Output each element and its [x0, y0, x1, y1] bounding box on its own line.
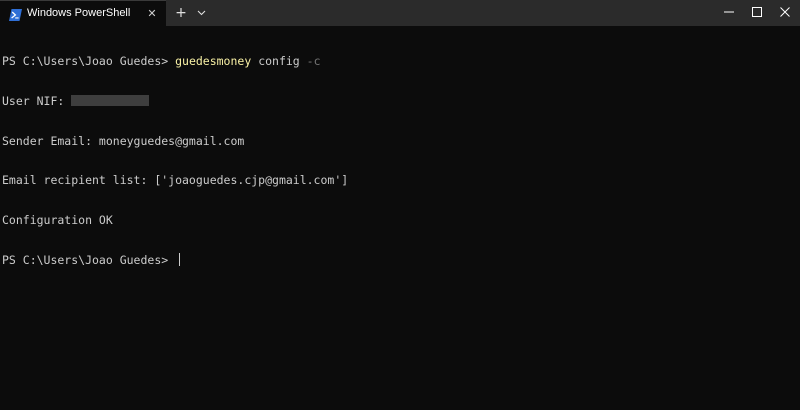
current-prompt-line[interactable]: PS C:\Users\Joao Guedes> — [2, 253, 798, 268]
prompt-line: PS C:\Users\Joao Guedes> guedesmoney con… — [2, 55, 798, 68]
tab-close-icon[interactable]: ✕ — [144, 6, 160, 22]
chevron-down-icon[interactable] — [193, 4, 209, 22]
powershell-icon — [9, 8, 22, 21]
nif-label: User NIF: — [2, 94, 72, 108]
command-name: guedesmoney — [175, 54, 252, 69]
tab-windows-powershell[interactable]: Windows PowerShell ✕ — [0, 0, 166, 26]
command-flag: -c — [306, 54, 321, 69]
prompt-text: PS C:\Users\Joao Guedes> — [2, 54, 176, 69]
status-line: Configuration OK — [2, 212, 113, 227]
redacted-nif-value — [71, 95, 150, 106]
command-argument: config — [251, 54, 307, 69]
sender-email-line: Sender Email: moneyguedes@gmail.com — [2, 133, 245, 148]
terminal-output[interactable]: PS C:\Users\Joao Guedes> guedesmoney con… — [2, 29, 798, 407]
nif-line: User NIF: — [2, 94, 798, 108]
recipient-list-line: Email recipient list: ['joaoguedes.cjp@g… — [2, 173, 349, 188]
tab-title: Windows PowerShell — [27, 7, 131, 19]
new-tab-button[interactable]: + — [172, 4, 190, 22]
terminal-window: Windows PowerShell ✕ + PS C:\Users\Joao — [0, 0, 800, 410]
title-bar[interactable]: Windows PowerShell ✕ + — [0, 0, 800, 26]
prompt-text: PS C:\Users\Joao Guedes> — [2, 253, 176, 268]
text-cursor — [179, 253, 181, 267]
close-icon[interactable] — [768, 0, 800, 24]
